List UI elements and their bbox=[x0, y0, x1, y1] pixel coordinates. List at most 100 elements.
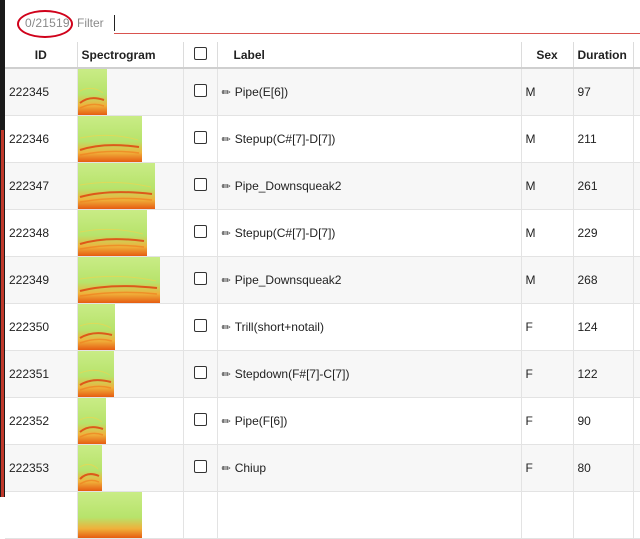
row-checkbox[interactable] bbox=[193, 460, 207, 473]
pencil-icon[interactable]: ✏ bbox=[222, 227, 231, 240]
label-text: Stepup(C#[7]-D[7]) bbox=[234, 132, 336, 146]
cell-sex: M bbox=[521, 115, 574, 163]
cell-select bbox=[183, 68, 218, 116]
cell-sex: F bbox=[521, 303, 574, 351]
row-checkbox[interactable] bbox=[193, 272, 207, 285]
label-text: Pipe_Downsqueak2 bbox=[234, 273, 342, 287]
spectrogram-image[interactable] bbox=[77, 69, 107, 115]
row-checkbox[interactable] bbox=[193, 84, 207, 97]
pencil-icon[interactable]: ✏ bbox=[222, 368, 231, 381]
cell-id: 222352 bbox=[5, 397, 78, 445]
filter-input[interactable] bbox=[114, 14, 640, 34]
table-row[interactable]: 222352 ✏ Pipe(F[6]) F 90 bbox=[5, 397, 640, 445]
cell-label[interactable]: ✏ Pipe(F[6]) bbox=[217, 397, 522, 445]
pencil-icon[interactable]: ✏ bbox=[222, 180, 231, 193]
label-text: Stepdown(F#[7]-C[7]) bbox=[234, 367, 350, 381]
cell-label[interactable]: ✏ Stepup(C#[7]-D[7]) bbox=[217, 115, 522, 163]
table-row[interactable]: 222348 ✏ Stepup(C#[7]-D[7]) M 229 bbox=[5, 209, 640, 257]
cell-duration: 229 bbox=[573, 209, 634, 257]
label-text: Pipe_Downsqueak2 bbox=[234, 179, 342, 193]
cell-overflow bbox=[633, 162, 640, 210]
cell-spectrogram bbox=[77, 303, 184, 351]
pencil-icon[interactable]: ✏ bbox=[222, 462, 231, 475]
cell-label[interactable]: ✏ Stepup(C#[7]-D[7]) bbox=[217, 209, 522, 257]
table-body: 222345 ✏ Pipe(E[6]) M 97 222346 ✏ Stepup(C#[7]-… bbox=[5, 68, 640, 539]
cell-select bbox=[183, 444, 218, 492]
cell-id: 222347 bbox=[5, 162, 78, 210]
cell-overflow bbox=[633, 397, 640, 445]
filter-label: Filter bbox=[77, 16, 104, 30]
pencil-icon[interactable]: ✏ bbox=[222, 274, 231, 287]
table-row[interactable]: 222347 ✏ Pipe_Downsqueak2 M 261 bbox=[5, 162, 640, 210]
cell-overflow bbox=[633, 491, 640, 539]
cell-label[interactable]: ✏ Pipe_Downsqueak2 bbox=[217, 162, 522, 210]
pencil-icon[interactable]: ✏ bbox=[222, 415, 231, 428]
cell-duration: 90 bbox=[573, 397, 634, 445]
cell-sex: M bbox=[521, 256, 574, 304]
table-row[interactable]: 222346 ✏ Stepup(C#[7]-D[7]) M 211 bbox=[5, 115, 640, 163]
cell-overflow bbox=[633, 444, 640, 492]
table-row[interactable]: 222351 ✏ Stepdown(F#[7]-C[7]) F 122 bbox=[5, 350, 640, 398]
cell-select bbox=[183, 303, 218, 351]
cell-id: 222353 bbox=[5, 444, 78, 492]
row-checkbox[interactable] bbox=[193, 178, 207, 191]
spectrogram-image[interactable] bbox=[77, 163, 155, 209]
cell-label[interactable]: ✏ Trill(short+notail) bbox=[217, 303, 522, 351]
column-header-spectrogram[interactable]: Spectrogram bbox=[77, 42, 184, 69]
row-checkbox[interactable] bbox=[193, 225, 207, 238]
spectrogram-image[interactable] bbox=[77, 351, 114, 397]
cell-select bbox=[183, 256, 218, 304]
spectrogram-image[interactable] bbox=[77, 116, 142, 162]
cell-sex: F bbox=[521, 350, 574, 398]
cell-duration bbox=[573, 491, 634, 539]
row-checkbox[interactable] bbox=[193, 319, 207, 332]
table-row[interactable]: 222345 ✏ Pipe(E[6]) M 97 bbox=[5, 68, 640, 116]
data-table: ID Spectrogram Label Sex Duration 222345… bbox=[5, 42, 640, 539]
cell-label[interactable]: ✏ Chiup bbox=[217, 444, 522, 492]
cell-id: 222350 bbox=[5, 303, 78, 351]
cell-sex bbox=[521, 491, 574, 539]
pencil-icon[interactable]: ✏ bbox=[222, 133, 231, 146]
spectrogram-image[interactable] bbox=[77, 398, 106, 444]
column-header-label[interactable]: Label bbox=[217, 42, 522, 69]
cell-label[interactable] bbox=[217, 491, 522, 539]
cell-duration: 268 bbox=[573, 256, 634, 304]
row-checkbox[interactable] bbox=[193, 413, 207, 426]
cell-label[interactable]: ✏ Stepdown(F#[7]-C[7]) bbox=[217, 350, 522, 398]
table-row[interactable] bbox=[5, 491, 640, 539]
spectrogram-image[interactable] bbox=[77, 257, 160, 303]
spectrogram-image[interactable] bbox=[77, 210, 147, 256]
cell-label[interactable]: ✏ Pipe(E[6]) bbox=[217, 68, 522, 116]
cell-select bbox=[183, 162, 218, 210]
column-header-id[interactable]: ID bbox=[5, 42, 78, 69]
cell-sex: F bbox=[521, 444, 574, 492]
pencil-icon[interactable]: ✏ bbox=[222, 86, 231, 99]
cell-select bbox=[183, 397, 218, 445]
label-text: Trill(short+notail) bbox=[234, 320, 324, 334]
left-accent-bar bbox=[1, 130, 4, 497]
cell-id: 222351 bbox=[5, 350, 78, 398]
cell-spectrogram bbox=[77, 68, 184, 116]
spectrogram-image[interactable] bbox=[77, 492, 142, 538]
cell-spectrogram bbox=[77, 397, 184, 445]
label-text: Pipe(E[6]) bbox=[234, 85, 289, 99]
pencil-icon[interactable]: ✏ bbox=[222, 321, 231, 334]
cell-sex: M bbox=[521, 68, 574, 116]
spectrogram-image[interactable] bbox=[77, 445, 102, 491]
row-checkbox[interactable] bbox=[193, 131, 207, 144]
cell-overflow bbox=[633, 256, 640, 304]
cell-duration: 211 bbox=[573, 115, 634, 163]
cell-id: 222345 bbox=[5, 68, 78, 116]
cell-duration: 261 bbox=[573, 162, 634, 210]
cell-select bbox=[183, 209, 218, 257]
table-row[interactable]: 222353 ✏ Chiup F 80 bbox=[5, 444, 640, 492]
select-all-checkbox[interactable] bbox=[193, 46, 207, 60]
cell-select bbox=[183, 350, 218, 398]
table-row[interactable]: 222350 ✏ Trill(short+notail) F 124 bbox=[5, 303, 640, 351]
table-row[interactable]: 222349 ✏ Pipe_Downsqueak2 M 268 bbox=[5, 256, 640, 304]
column-header-sex[interactable]: Sex bbox=[521, 42, 574, 69]
row-checkbox[interactable] bbox=[193, 366, 207, 379]
spectrogram-image[interactable] bbox=[77, 304, 115, 350]
cell-label[interactable]: ✏ Pipe_Downsqueak2 bbox=[217, 256, 522, 304]
column-header-duration[interactable]: Duration bbox=[573, 42, 634, 69]
